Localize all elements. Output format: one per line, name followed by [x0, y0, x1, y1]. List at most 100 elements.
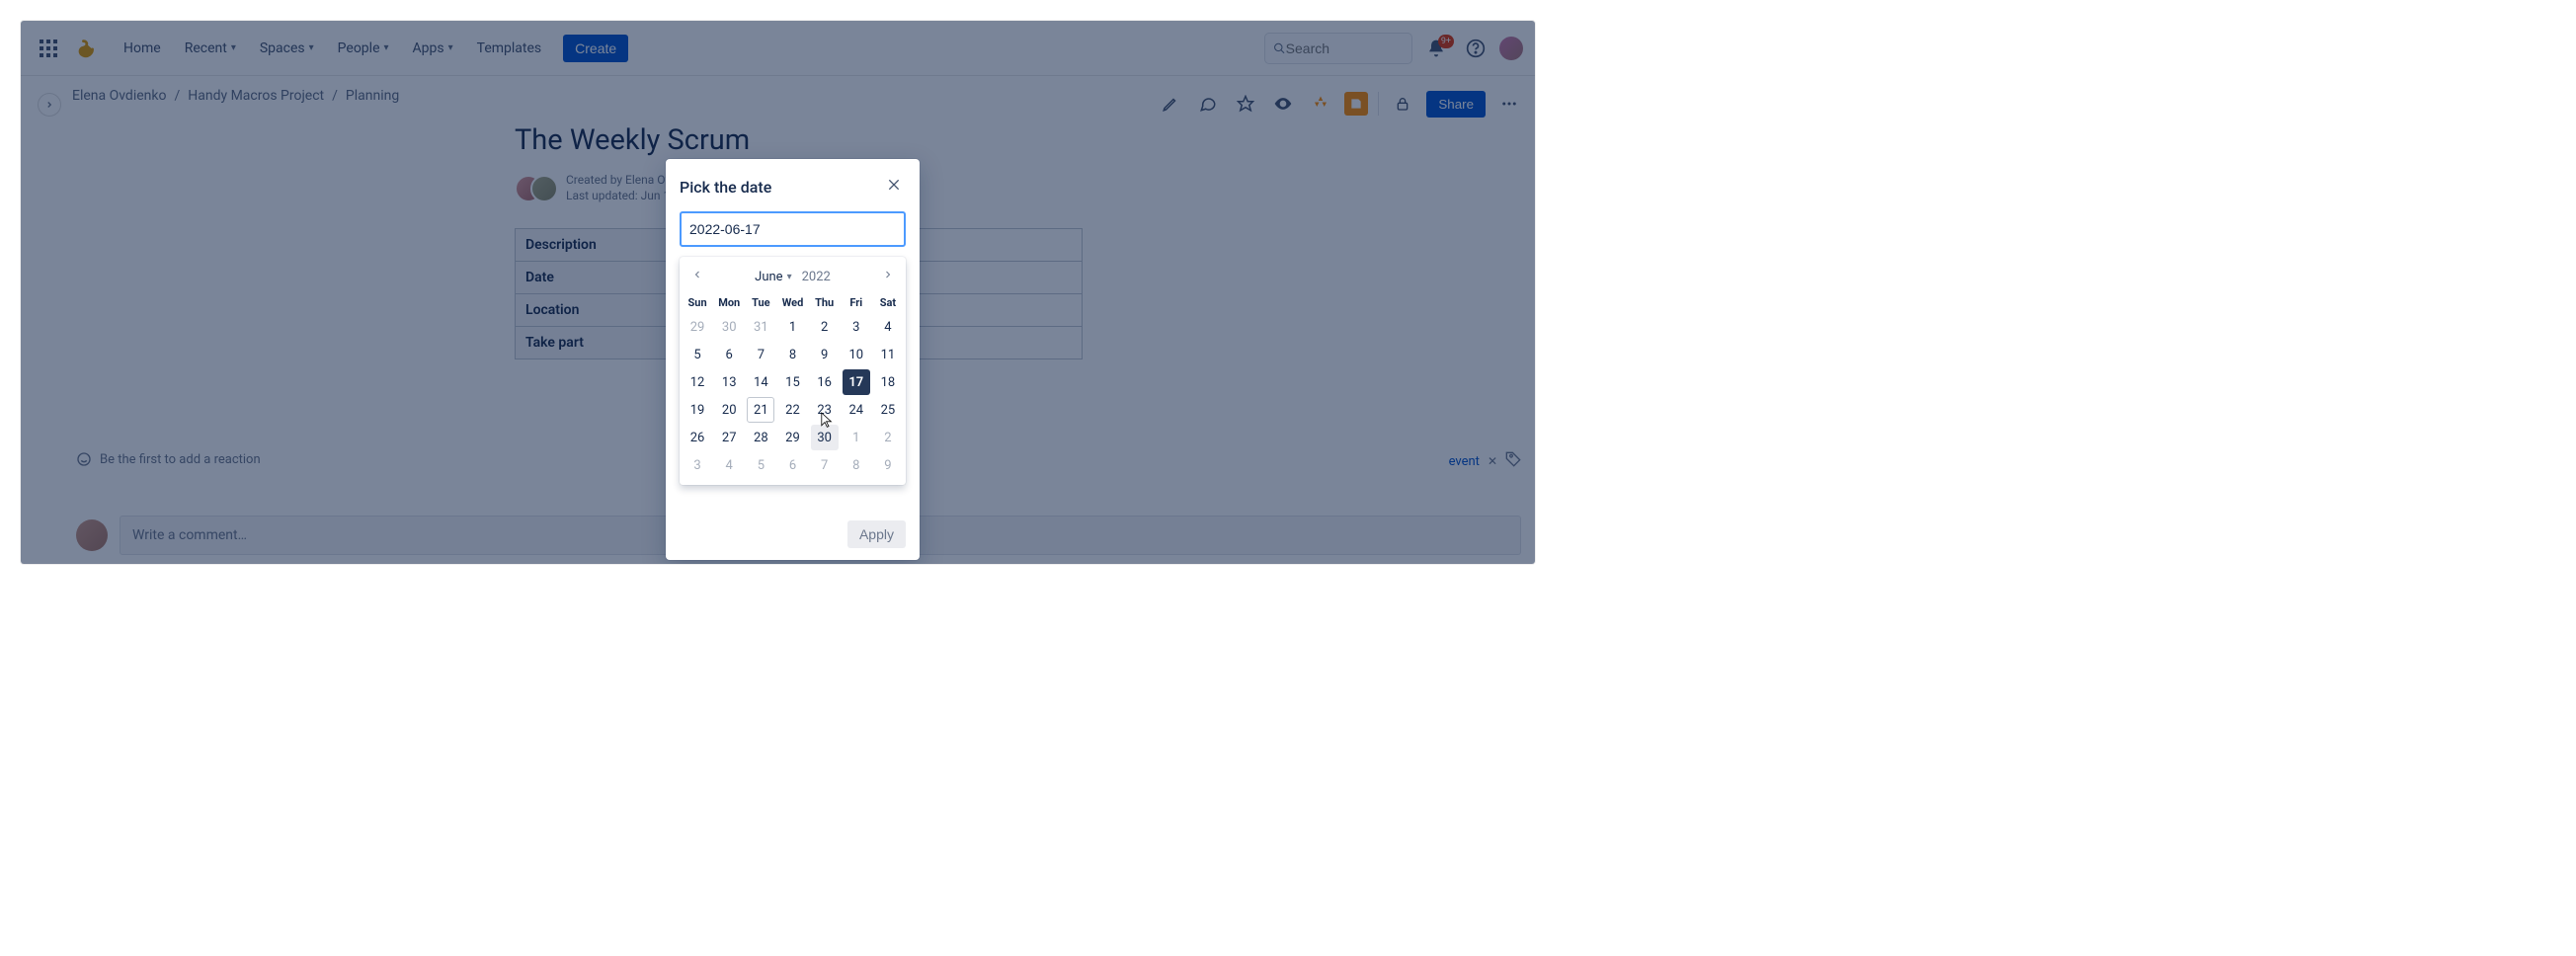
- calendar-day[interactable]: 6: [713, 341, 745, 368]
- product-logo-icon[interactable]: [76, 37, 100, 60]
- page-title: The Weekly Scrum: [515, 123, 1535, 157]
- nav-apps[interactable]: Apps▾: [403, 35, 463, 62]
- watch-button[interactable]: [1269, 90, 1297, 118]
- calendar-day[interactable]: 5: [682, 341, 713, 368]
- reactions-bar[interactable]: Be the first to add a reaction: [76, 451, 261, 467]
- chevron-down-icon: ▾: [787, 272, 792, 282]
- date-picker-modal: Pick the date June ▾ 2022 Sun M: [666, 159, 920, 560]
- nav-home[interactable]: Home: [114, 35, 171, 62]
- calendar-day[interactable]: 11: [872, 341, 904, 368]
- calendar-day[interactable]: 4: [872, 313, 904, 341]
- calendar-day[interactable]: 27: [713, 424, 745, 451]
- calendar-day[interactable]: 8: [841, 451, 872, 479]
- share-button[interactable]: Share: [1426, 91, 1486, 118]
- calendar-day[interactable]: 23: [809, 396, 841, 424]
- label-chip[interactable]: event: [1449, 454, 1480, 469]
- year-label: 2022: [802, 270, 831, 284]
- calendar-day[interactable]: 18: [872, 368, 904, 396]
- profile-avatar[interactable]: [1499, 37, 1523, 60]
- weekday-header: Mon: [713, 292, 745, 313]
- tag-icon[interactable]: [1505, 451, 1521, 471]
- restrictions-button[interactable]: [1389, 90, 1416, 118]
- nav-people[interactable]: People▾: [328, 35, 399, 62]
- calendar-day[interactable]: 2: [872, 424, 904, 451]
- close-button[interactable]: [882, 173, 906, 201]
- nav-templates-label: Templates: [477, 40, 542, 56]
- calendar-day[interactable]: 29: [682, 313, 713, 341]
- reactions-prompt: Be the first to add a reaction: [100, 452, 261, 467]
- calendar-day[interactable]: 26: [682, 424, 713, 451]
- nav-spaces-label: Spaces: [260, 40, 305, 56]
- calendar-day[interactable]: 1: [776, 313, 808, 341]
- calendar-day[interactable]: 30: [713, 313, 745, 341]
- calendar-day[interactable]: 12: [682, 368, 713, 396]
- nav-recent[interactable]: Recent▾: [175, 35, 246, 62]
- lock-icon: [1395, 96, 1410, 112]
- edit-button[interactable]: [1157, 90, 1184, 118]
- calendar-day[interactable]: 17: [841, 368, 872, 396]
- weekday-header: Thu: [809, 292, 841, 313]
- calendar-day[interactable]: 3: [841, 313, 872, 341]
- calendar-day[interactable]: 9: [872, 451, 904, 479]
- calendar-grid: Sun Mon Tue Wed Thu Fri Sat 293031123456…: [682, 292, 904, 479]
- chevron-down-icon: ▾: [448, 42, 453, 53]
- calendar-day[interactable]: 15: [776, 368, 808, 396]
- comments-button[interactable]: [1194, 90, 1222, 118]
- notifications-button[interactable]: 9+: [1420, 33, 1452, 64]
- more-actions-button[interactable]: [1495, 90, 1523, 118]
- modal-header: Pick the date: [680, 173, 906, 201]
- calendar-day[interactable]: 5: [745, 451, 776, 479]
- calendar-day[interactable]: 8: [776, 341, 808, 368]
- app-action-1[interactable]: [1307, 90, 1334, 118]
- prop-label: Date: [516, 262, 669, 294]
- prev-month-button[interactable]: [687, 265, 707, 288]
- calendar-day[interactable]: 19: [682, 396, 713, 424]
- next-month-button[interactable]: [878, 265, 898, 288]
- calendar-day[interactable]: 30: [809, 424, 841, 451]
- help-button[interactable]: [1460, 33, 1491, 64]
- calendar-day[interactable]: 7: [809, 451, 841, 479]
- calendar-day[interactable]: 24: [841, 396, 872, 424]
- calendar-day[interactable]: 25: [872, 396, 904, 424]
- calendar-day[interactable]: 4: [713, 451, 745, 479]
- modal-footer: Apply: [680, 520, 906, 548]
- calendar-day[interactable]: 9: [809, 341, 841, 368]
- labels-bar: event ✕: [1449, 451, 1521, 471]
- nav-templates[interactable]: Templates: [467, 35, 552, 62]
- chevron-down-icon: ▾: [231, 42, 236, 53]
- breadcrumb-project[interactable]: Handy Macros Project: [188, 88, 324, 104]
- breadcrumb-page[interactable]: Planning: [346, 88, 399, 104]
- calendar-day[interactable]: 20: [713, 396, 745, 424]
- calendar-day[interactable]: 29: [776, 424, 808, 451]
- nav-spaces[interactable]: Spaces▾: [250, 35, 324, 62]
- calendar-day[interactable]: 3: [682, 451, 713, 479]
- calendar-day[interactable]: 22: [776, 396, 808, 424]
- star-button[interactable]: [1232, 90, 1259, 118]
- calendar-day[interactable]: 16: [809, 368, 841, 396]
- search-input[interactable]: [1286, 40, 1404, 56]
- calendar-day[interactable]: 2: [809, 313, 841, 341]
- date-input[interactable]: [680, 211, 906, 247]
- calendar-day[interactable]: 6: [776, 451, 808, 479]
- calendar-day[interactable]: 31: [745, 313, 776, 341]
- app-action-2[interactable]: [1344, 92, 1368, 116]
- sidebar-expand-button[interactable]: [38, 93, 61, 117]
- remove-label-icon[interactable]: ✕: [1488, 454, 1497, 468]
- calendar-day[interactable]: 10: [841, 341, 872, 368]
- weekday-header: Wed: [776, 292, 808, 313]
- breadcrumb-space[interactable]: Elena Ovdienko: [72, 88, 166, 104]
- calendar-day[interactable]: 14: [745, 368, 776, 396]
- calendar-day[interactable]: 7: [745, 341, 776, 368]
- calendar-day[interactable]: 1: [841, 424, 872, 451]
- calendar-day[interactable]: 21: [745, 396, 776, 424]
- app-switcher-icon[interactable]: [33, 33, 64, 64]
- apply-button[interactable]: Apply: [847, 520, 906, 548]
- weekday-header: Tue: [745, 292, 776, 313]
- month-year-select[interactable]: June ▾ 2022: [755, 270, 831, 284]
- search-box[interactable]: [1264, 33, 1412, 64]
- create-button[interactable]: Create: [563, 35, 628, 62]
- comment-icon: [1199, 95, 1217, 113]
- contributor-avatars[interactable]: [515, 173, 558, 204]
- calendar-day[interactable]: 28: [745, 424, 776, 451]
- calendar-day[interactable]: 13: [713, 368, 745, 396]
